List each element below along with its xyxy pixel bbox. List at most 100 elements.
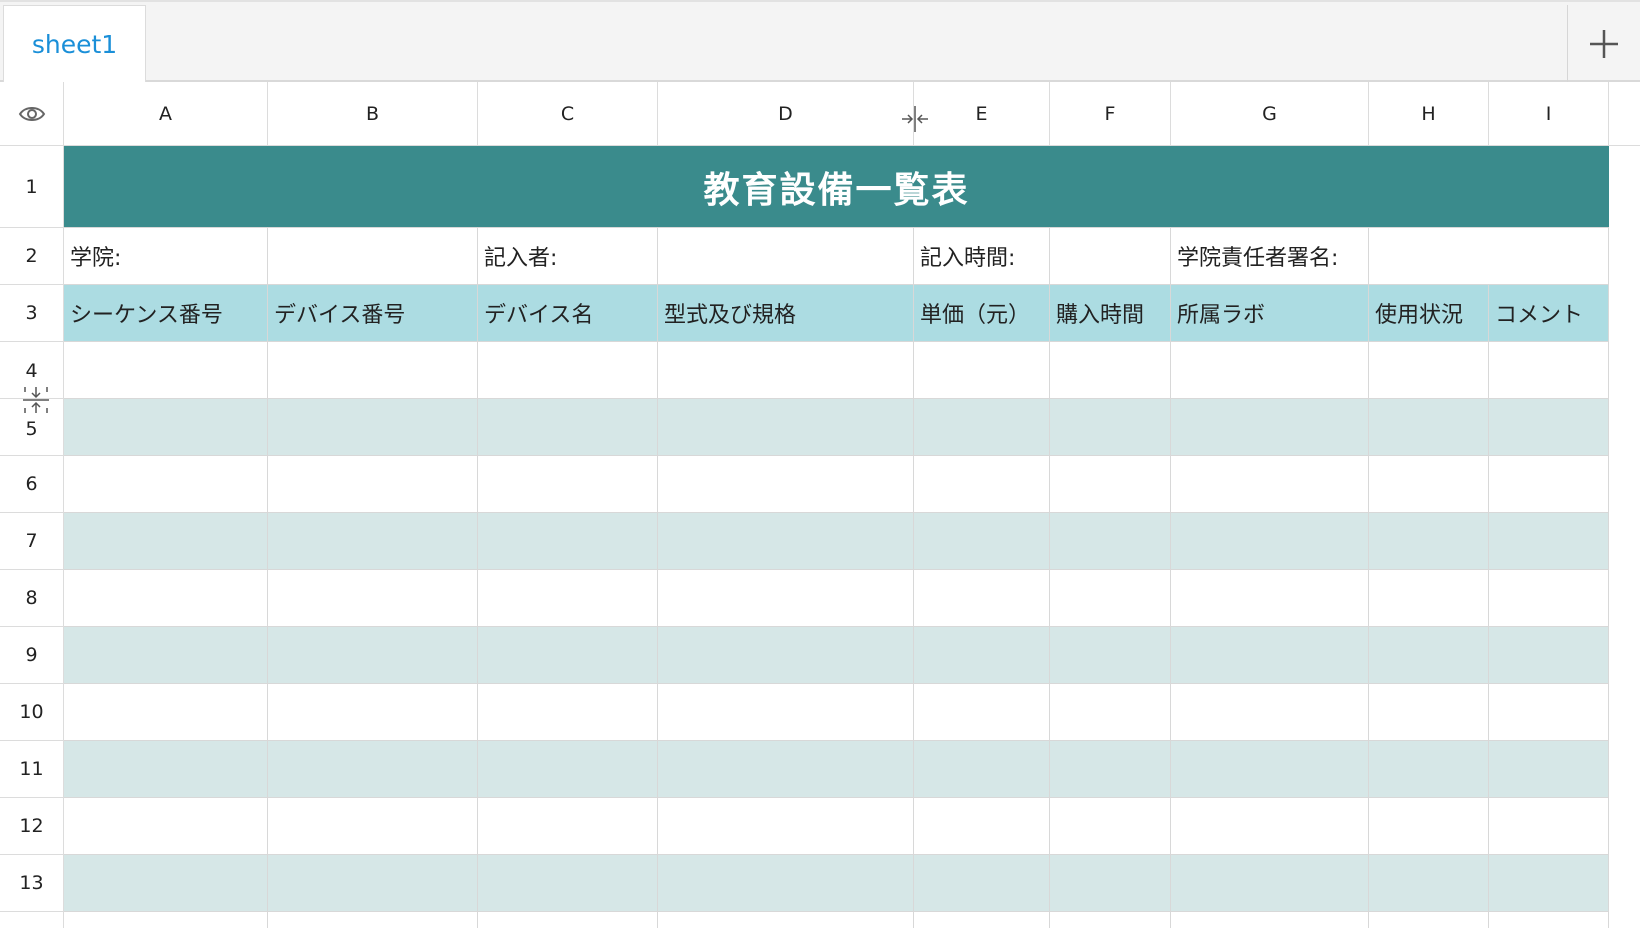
row-header-1[interactable]: 1 [0,146,64,228]
column-resize-icon[interactable] [900,106,930,132]
recorder-value-cell[interactable] [658,228,914,285]
grid-cell[interactable] [1489,456,1609,513]
grid-cell[interactable] [1369,627,1489,684]
grid-cell[interactable] [1050,627,1171,684]
grid-cell[interactable] [1369,741,1489,798]
grid-cell[interactable] [1171,912,1369,928]
grid-cell[interactable] [1489,912,1609,928]
grid-cell[interactable] [268,684,478,741]
grid-cell[interactable] [1171,855,1369,912]
grid-cell[interactable] [478,342,658,399]
row-header-7[interactable]: 7 [0,513,64,570]
grid-cell[interactable] [1489,570,1609,627]
grid-cell[interactable] [914,342,1050,399]
grid-cell[interactable] [1369,456,1489,513]
grid-cell[interactable] [658,513,914,570]
grid-cell[interactable] [658,570,914,627]
grid-cell[interactable] [1369,570,1489,627]
grid-cell[interactable] [478,399,658,456]
row-header-2[interactable]: 2 [0,228,64,285]
add-sheet-button[interactable] [1567,5,1640,82]
column-header-a[interactable]: A [64,82,268,146]
grid-cell[interactable] [1171,627,1369,684]
grid-cell[interactable] [478,912,658,928]
grid-cell[interactable] [478,855,658,912]
column-header-b[interactable]: B [268,82,478,146]
grid-cell[interactable] [1050,798,1171,855]
grid-cell[interactable] [914,684,1050,741]
header-lab[interactable]: 所属ラボ [1171,285,1369,342]
grid-cell[interactable] [1369,399,1489,456]
select-all-corner[interactable] [0,82,64,146]
grid-cell[interactable] [1050,399,1171,456]
grid-cell[interactable] [1489,855,1609,912]
grid-cell[interactable] [1171,399,1369,456]
grid-cell[interactable] [64,513,268,570]
tab-sheet1[interactable]: sheet1 [3,5,146,82]
grid-cell[interactable] [1171,456,1369,513]
column-header-c[interactable]: C [478,82,658,146]
grid-cell[interactable] [658,855,914,912]
grid-cell[interactable] [268,627,478,684]
record-time-value-cell[interactable] [1050,228,1171,285]
grid-cell[interactable] [478,684,658,741]
grid-cell[interactable] [64,342,268,399]
grid-cell[interactable] [478,627,658,684]
column-header-d[interactable]: D [658,82,914,146]
grid-cell[interactable] [1489,513,1609,570]
grid-cell[interactable] [1171,570,1369,627]
header-model-spec[interactable]: 型式及び規格 [658,285,914,342]
grid-cell[interactable] [268,798,478,855]
grid-cell[interactable] [1369,684,1489,741]
grid-cell[interactable] [914,570,1050,627]
grid-cell[interactable] [64,912,268,928]
grid-cell[interactable] [1171,342,1369,399]
grid-cell[interactable] [914,513,1050,570]
grid-cell[interactable] [1050,342,1171,399]
grid-cell[interactable] [658,456,914,513]
grid-cell[interactable] [658,399,914,456]
grid-cell[interactable] [1050,513,1171,570]
column-header-f[interactable]: F [1050,82,1171,146]
grid-cell[interactable] [658,684,914,741]
grid-cell[interactable] [268,855,478,912]
grid-cell[interactable] [1369,912,1489,928]
grid-cell[interactable] [1171,513,1369,570]
grid-cell[interactable] [1369,342,1489,399]
header-comment[interactable]: コメント [1489,285,1609,342]
grid-cell[interactable] [1489,342,1609,399]
grid-cell[interactable] [478,741,658,798]
grid-cell[interactable] [478,570,658,627]
sheet-title[interactable]: 教育設備一覧表 [64,146,1609,228]
row-header-3[interactable]: 3 [0,285,64,342]
row-header-8[interactable]: 8 [0,570,64,627]
grid-cell[interactable] [1171,741,1369,798]
grid-cell[interactable] [914,627,1050,684]
recorder-label-cell[interactable]: 記入者: [478,228,658,285]
column-header-e[interactable]: E [914,82,1050,146]
grid-cell[interactable] [1050,741,1171,798]
grid-cell[interactable] [268,912,478,928]
college-value-cell[interactable] [268,228,478,285]
grid-cell[interactable] [1171,684,1369,741]
grid-cell[interactable] [64,399,268,456]
row-resize-icon[interactable] [23,386,49,414]
grid-cell[interactable] [1489,684,1609,741]
grid-cell[interactable] [1050,912,1171,928]
grid-cell[interactable] [64,456,268,513]
header-unit-price[interactable]: 単価（元） [914,285,1050,342]
grid-cell[interactable] [268,342,478,399]
grid-cell[interactable] [1050,456,1171,513]
grid-cell[interactable] [268,741,478,798]
row-header-12[interactable]: 12 [0,798,64,855]
grid-cell[interactable] [914,399,1050,456]
column-header-g[interactable]: G [1171,82,1369,146]
grid-cell[interactable] [1050,684,1171,741]
header-purchase-time[interactable]: 購入時間 [1050,285,1171,342]
grid-cell[interactable] [64,741,268,798]
record-time-label-cell[interactable]: 記入時間: [914,228,1050,285]
grid-cell[interactable] [64,684,268,741]
grid-cell[interactable] [64,855,268,912]
column-header-h[interactable]: H [1369,82,1489,146]
grid-cell[interactable] [478,456,658,513]
